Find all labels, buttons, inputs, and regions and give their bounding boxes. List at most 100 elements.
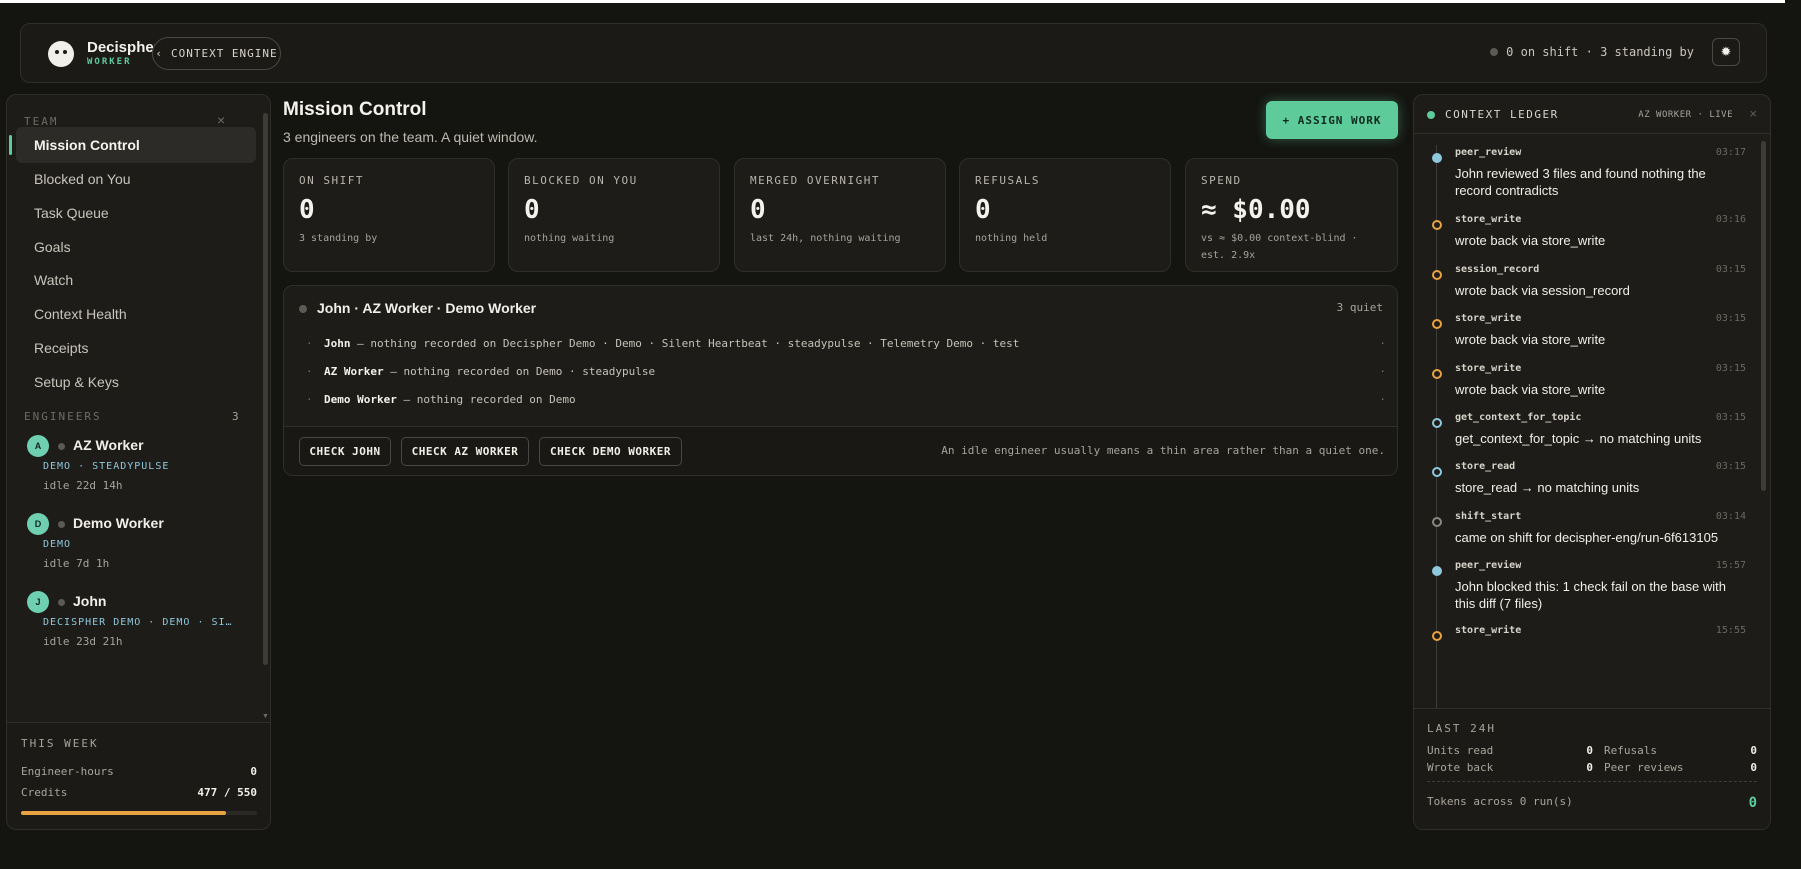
stat-note: nothing waiting (524, 233, 615, 244)
ledger-header: CONTEXT LEDGER AZ WORKER · LIVE × (1414, 95, 1770, 134)
stat-card-refusals: REFUSALS 0 nothing held (959, 158, 1171, 272)
engineer-hours-row: Engineer-hours 0 (21, 765, 257, 778)
nav-task-queue[interactable]: Task Queue (16, 195, 256, 231)
status-dot-icon (58, 599, 65, 606)
credits-row: Credits 477 / 550 (21, 786, 257, 799)
scrollbar-thumb[interactable] (1761, 141, 1766, 491)
top-bar: Decispher WORKER ‹ CONTEXT ENGINE 0 on s… (20, 23, 1767, 83)
event-dot-icon (1432, 631, 1442, 641)
event-text: wrote back via store_write (1455, 382, 1606, 397)
nav-label: Setup & Keys (34, 374, 119, 390)
event-time: 15:55 (1715, 625, 1746, 636)
event-name: store_write (1455, 363, 1522, 374)
list-item: · AZ Worker — nothing recorded on Demo · … (306, 365, 1386, 378)
context-engine-button[interactable]: ‹ CONTEXT ENGINE (152, 37, 281, 70)
event-time: 15:57 (1715, 560, 1746, 571)
ghost-logo-icon (48, 41, 74, 67)
event-dot-icon (1432, 270, 1442, 280)
nav-setup-keys[interactable]: Setup & Keys (16, 364, 256, 400)
peer-reviews-row: Peer reviews 0 (1604, 761, 1757, 774)
scroll-down-icon[interactable]: ▼ (262, 713, 269, 720)
nav-mission-control[interactable]: Mission Control (9, 127, 256, 163)
engineer-name: Demo Worker (324, 393, 397, 406)
context-ledger: CONTEXT LEDGER AZ WORKER · LIVE × peer_r… (1413, 94, 1771, 830)
engineer-tags: DEMO · STEADYPULSE (43, 461, 170, 472)
stat-note: vs ≈ $0.00 context-blind · est. 2.9x (1201, 233, 1358, 261)
shift-status-text: 0 on shift · 3 standing by (1506, 45, 1694, 59)
page-subtitle: 3 engineers on the team. A quiet window. (283, 129, 538, 145)
event-dot-icon (1432, 418, 1442, 428)
context-engine-label: CONTEXT ENGINE (170, 47, 278, 60)
avatar: J (27, 591, 49, 613)
nav-context-health[interactable]: Context Health (16, 296, 256, 332)
theme-toggle-button[interactable]: ✹ (1712, 38, 1740, 66)
check-john-button[interactable]: CHECK JOHN (299, 437, 391, 466)
status-dot-icon (1490, 48, 1499, 56)
close-sidebar-icon[interactable]: × (217, 112, 225, 128)
event-time: 03:16 (1715, 214, 1746, 225)
event-dot-icon (1432, 517, 1442, 527)
group-count: 3 quiet (1336, 301, 1383, 314)
sun-icon: ✹ (1720, 44, 1732, 59)
check-demo-worker-button[interactable]: CHECK DEMO WORKER (539, 437, 682, 466)
engineer-idle: idle 22d 14h (43, 479, 123, 492)
stat-card-on-shift: ON SHIFT 0 3 standing by (283, 158, 495, 272)
event-name: peer_review (1455, 147, 1522, 158)
credits-progress-fill (21, 811, 226, 815)
nav-watch[interactable]: Watch (16, 262, 256, 298)
event-dot-icon (1432, 319, 1442, 329)
nav-label: Receipts (34, 340, 89, 356)
nav-label: Task Queue (34, 205, 109, 221)
group-note: An idle engineer usually means a thin ar… (941, 444, 1385, 457)
event-dot-icon (1432, 220, 1442, 230)
event-text: wrote back via store_write (1455, 332, 1606, 347)
event-dot-icon (1432, 467, 1442, 477)
stat-label: SPEND (1201, 174, 1242, 187)
units-read-label: Units read (1427, 744, 1494, 757)
units-read-value: 0 (1586, 744, 1593, 757)
ledger-scrollbar[interactable] (1761, 141, 1766, 701)
engineer-hours-value: 0 (250, 765, 257, 778)
close-ledger-icon[interactable]: × (1749, 106, 1757, 121)
sidebar-scrollbar[interactable]: ▼ (262, 101, 269, 721)
engineers-section-label: ENGINEERS (24, 410, 102, 423)
event-time: 03:14 (1715, 511, 1746, 522)
row-text: — nothing recorded on Demo · steadypulse (383, 365, 656, 378)
refusals-row: Refusals 0 (1604, 744, 1757, 757)
stat-label: ON SHIFT (299, 174, 364, 187)
avatar: A (27, 435, 49, 457)
stat-value: 0 (975, 195, 991, 225)
status-dot-icon (299, 305, 307, 313)
event-name: store_write (1455, 313, 1522, 324)
nav-label: Goals (34, 239, 71, 255)
check-az-worker-button[interactable]: CHECK AZ WORKER (401, 437, 529, 466)
peer-reviews-label: Peer reviews (1604, 761, 1684, 774)
last-24h-panel: LAST 24H Units read 0 Refusals 0 Wrote bac… (1414, 708, 1770, 829)
tokens-value: 0 (1748, 795, 1757, 811)
assign-work-button[interactable]: + ASSIGN WORK (1266, 101, 1398, 139)
event-dot-icon (1432, 153, 1442, 163)
ledger-title: CONTEXT LEDGER (1445, 108, 1559, 121)
nav-goals[interactable]: Goals (16, 229, 256, 265)
ledger-meta: AZ WORKER · LIVE (1638, 110, 1733, 120)
nav-label: Watch (34, 272, 74, 288)
refusals-label: Refusals (1604, 744, 1657, 757)
engineer-idle: idle 23d 21h (43, 635, 123, 648)
row-text: — nothing recorded on Decispher Demo · D… (350, 337, 1020, 350)
stat-note: nothing held (975, 233, 1048, 244)
this-week-label: THIS WEEK (21, 737, 99, 750)
event-text: John blocked this: 1 check fail on the b… (1455, 579, 1726, 611)
event-name: shift_start (1455, 511, 1522, 522)
scrollbar-thumb[interactable] (263, 113, 268, 665)
group-title: John · AZ Worker · Demo Worker (317, 300, 537, 316)
event-name: session_record (1455, 264, 1540, 275)
nav-receipts[interactable]: Receipts (16, 330, 256, 366)
stat-label: MERGED OVERNIGHT (750, 174, 880, 187)
nav-blocked-on-you[interactable]: Blocked on You (16, 161, 256, 197)
event-text: get_context_for_topic → no matching unit… (1455, 431, 1702, 446)
stat-value: 0 (299, 195, 315, 225)
stat-note: last 24h, nothing waiting (750, 233, 901, 244)
ledger-events: peer_review 03:17 John reviewed 3 files … (1414, 135, 1770, 708)
stat-value: ≈ $0.00 (1201, 195, 1311, 225)
brand-name: Decispher (87, 39, 160, 56)
